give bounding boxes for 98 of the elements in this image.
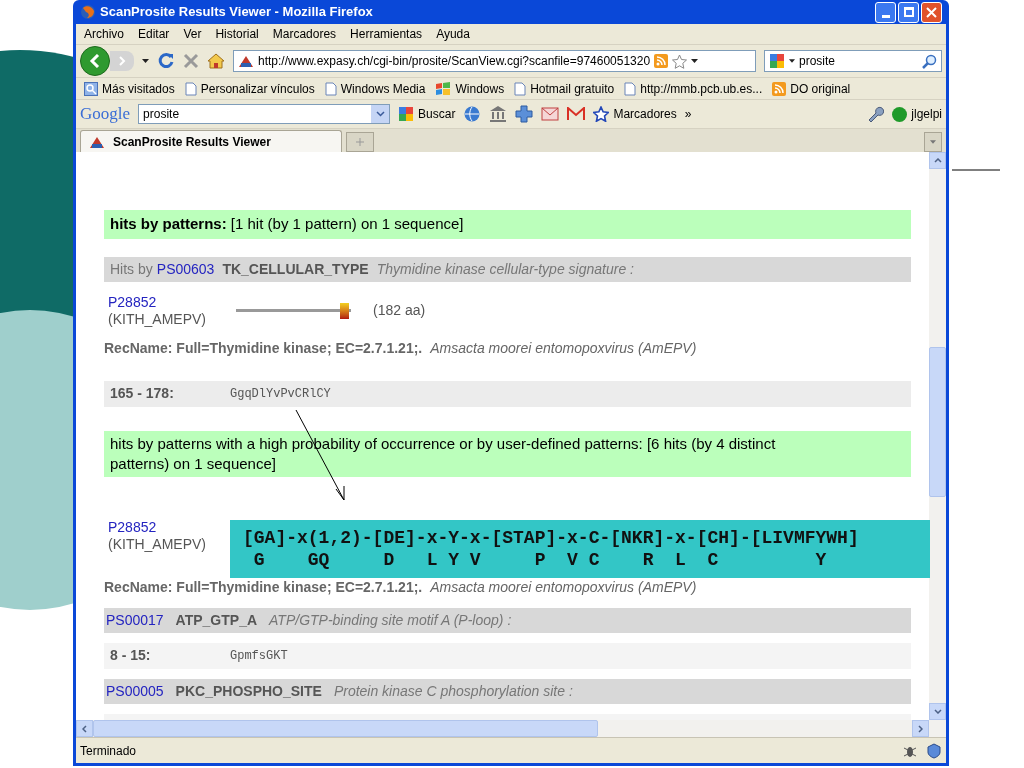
google-search-field[interactable]: prosite [138,104,391,124]
fox-globe-icon [80,4,96,20]
bookmarks-button[interactable]: Marcadores [613,105,677,123]
organism-text: Amsacta moorei entomopoxvirus (AmEPV) [430,338,697,358]
mail-icon[interactable] [567,107,586,121]
hit-marker [340,302,349,319]
scrollbar-thumb[interactable] [929,347,946,497]
bookmark-link[interactable]: Windows Media [340,79,426,98]
user-name[interactable]: jlgelpi [911,105,942,123]
vertical-scrollbar[interactable] [929,152,946,720]
url-text: http://www.expasy.ch/cgi-bin/prosite/ScanView.cgi?scanfile=97460051320 [258,53,651,70]
pattern-name: PKC_PHOSPHO_SITE [175,681,322,701]
pattern-description: Protein kinase C phosphorylation site : [333,681,573,701]
pattern-description: Thymidine kinase cellular-type signature : [376,259,634,279]
pattern-text: [GA]-x(1,2)-[DE]-x-Y-x-[STAP]-x-C-[NKR]-x-[CH]-[LIVMFYWH] [243,527,860,549]
site-icon [238,54,254,68]
page-icon [624,81,637,96]
dropdown-caret-icon[interactable] [691,59,699,63]
menu-item[interactable]: Ver [183,25,202,43]
bookmark-link[interactable]: Personalizar vínculos [200,79,315,98]
recname-text: RecName: Full=Thymidine kinase; EC=2.7.1.21;. [104,577,423,597]
plus-icon[interactable] [515,105,534,123]
google-engine-icon [769,53,785,69]
dropdown-caret-icon[interactable] [789,59,795,63]
feed-icon [654,54,669,68]
plus-icon [356,138,364,146]
bookmark-link[interactable]: DO original [790,79,851,98]
search-button[interactable]: Buscar [418,105,456,123]
globe-icon[interactable] [463,105,482,123]
menu-item[interactable]: Archivo [84,25,124,43]
bookmark-link[interactable]: Windows [455,79,505,98]
accession-link[interactable]: P28852 [108,518,157,536]
dropdown-caret-icon[interactable] [142,59,149,63]
page-icon [324,81,337,96]
status-text: Terminado [80,742,137,760]
dropdown-caret-icon [930,140,936,144]
scrollbar-thumb[interactable] [93,720,598,737]
envelope-icon[interactable] [541,106,560,122]
more-button[interactable]: » [684,105,692,123]
sequence-length: (182 aa) [373,301,426,320]
maximize-button[interactable] [898,1,919,23]
section-heading: hits by patterns: [1 hit (by 1 pattern) on 1 sequence] [104,210,911,239]
residue-text: G GQ D L Y V P V C R L C Y [252,549,828,571]
menu-item[interactable]: Ayuda [436,25,470,43]
bookmark-link[interactable]: Hotmail gratuito [530,79,615,98]
search-field[interactable]: prosite [764,50,942,72]
bank-icon[interactable] [489,105,508,123]
menu-item[interactable]: Herramientas [350,25,423,43]
horizontal-scrollbar[interactable] [76,720,946,737]
search-value: prosite [799,53,837,70]
pattern-name: ATP_GTP_A [175,610,258,630]
home-icon[interactable] [207,53,225,69]
dropdown-button[interactable] [371,105,390,123]
page-icon [514,81,527,96]
star-icon [593,106,610,122]
entry-name: (KITH_AMEPV) [108,535,206,553]
leader-line [951,169,1001,171]
search-icon[interactable] [922,53,937,69]
flag-icon [435,81,452,96]
close-button[interactable] [921,1,942,23]
chevron-down-icon [375,111,385,117]
magnifier-icon [84,81,98,96]
window-title: ScanProsite Results Viewer - Mozilla Firefox [100,3,373,22]
menu-item[interactable]: Marcadores [272,25,337,43]
matched-sequence: GgqDlYvPvCRlCY [230,385,331,403]
hit-range: 8 - 15: [110,646,152,665]
pattern-name: TK_CELLULAR_TYPE [222,259,369,279]
back-button[interactable] [80,46,110,76]
bookmark-link[interactable]: Más visitados [102,79,175,98]
accession-link[interactable]: PS00017 [106,609,164,631]
close-icon [926,6,937,18]
recname-text: RecName: Full=Thymidine kinase; EC=2.7.1.21;. [104,338,423,358]
address-field[interactable]: http://www.expasy.ch/cgi-bin/prosite/ScanView.cgi?scanfile=97460051320 [233,50,756,72]
menu-item[interactable]: Editar [138,25,170,43]
menu-item[interactable]: Historial [215,25,259,43]
star-icon[interactable] [672,53,688,69]
wrench-icon[interactable] [866,105,885,123]
stop-icon[interactable] [183,53,199,69]
google-squares-icon [398,106,415,122]
section-heading: hits by patterns with a high probability of occurrence or by user-defined patterns: [6 hits (by 4 distinct patterns) on 1 sequence] [104,430,911,477]
google-logo: Google [80,103,131,126]
accession-link[interactable]: PS00603 [156,258,215,280]
accession-link[interactable]: PS00005 [106,680,164,702]
page-icon [184,81,197,96]
browser-tab[interactable]: ScanProsite Results Viewer [80,130,342,152]
organism-text: Amsacta moorei entomopoxvirus (AmEPV) [430,577,697,597]
reload-icon[interactable] [157,52,175,70]
matched-sequence: GpmfsGKT [230,647,288,665]
query-text: prosite [143,106,181,123]
hit-range: 165 - 178: [110,384,175,403]
pattern-description: ATP/GTP-binding site motif A (P-loop) : [269,610,512,630]
accession-link[interactable]: P28852 [108,293,157,311]
shield-icon[interactable] [926,742,942,759]
entry-name: (KITH_AMEPV) [108,310,206,328]
feed-icon [772,81,787,96]
row-label: Hits by [110,259,153,279]
bookmark-link[interactable]: http://mmb.pcb.ub.es... [640,79,763,98]
minimize-button[interactable] [875,1,896,23]
